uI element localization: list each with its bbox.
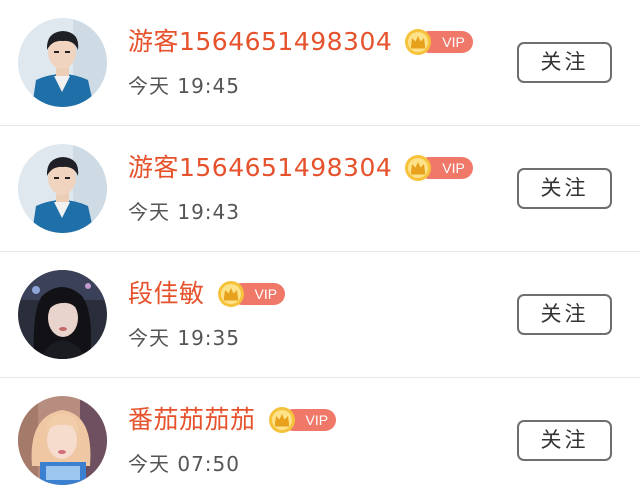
user-name[interactable]: 段佳敏 (128, 276, 205, 312)
vip-badge: VIP (268, 407, 337, 433)
visit-time: 今天 07:50 (128, 452, 240, 476)
user-name[interactable]: 游客1564651498304 (128, 24, 392, 60)
list-item[interactable]: 番茄茄茄茄 VIP 今天 07:50 关注 (0, 378, 640, 504)
vip-badge: VIP (404, 155, 473, 181)
follow-button[interactable]: 关注 (517, 42, 612, 83)
avatar[interactable] (18, 270, 107, 359)
vip-badge: VIP (404, 29, 473, 55)
vip-badge: VIP (217, 281, 286, 307)
follow-button[interactable]: 关注 (517, 420, 612, 461)
avatar[interactable] (18, 144, 107, 233)
avatar-girl-icon (18, 270, 107, 359)
avatar[interactable] (18, 18, 107, 107)
crown-icon (405, 155, 432, 181)
visit-time: 今天 19:45 (128, 74, 240, 98)
avatar-girl-pink-icon (18, 396, 107, 485)
visitor-list: 游客1564651498304 VIP 今天 19:45 关注 游客156465… (0, 0, 640, 504)
user-name-line: 游客1564651498304 VIP (128, 150, 473, 186)
follow-button[interactable]: 关注 (517, 294, 612, 335)
user-name-line: 游客1564651498304 VIP (128, 24, 473, 60)
list-item[interactable]: 段佳敏 VIP 今天 19:35 关注 (0, 252, 640, 378)
follow-button[interactable]: 关注 (517, 168, 612, 209)
user-name-line: 番茄茄茄茄 VIP (128, 402, 337, 438)
avatar[interactable] (18, 396, 107, 485)
crown-icon (405, 29, 432, 55)
list-item[interactable]: 游客1564651498304 VIP 今天 19:43 关注 (0, 126, 640, 252)
visit-time: 今天 19:43 (128, 200, 240, 224)
avatar-boy-icon (18, 18, 107, 107)
crown-icon (217, 281, 244, 307)
user-name[interactable]: 游客1564651498304 (128, 150, 392, 186)
avatar-boy-icon (18, 144, 107, 233)
crown-icon (268, 407, 295, 433)
user-name-line: 段佳敏 VIP (128, 276, 286, 312)
list-item[interactable]: 游客1564651498304 VIP 今天 19:45 关注 (0, 0, 640, 126)
visit-time: 今天 19:35 (128, 326, 240, 350)
user-name[interactable]: 番茄茄茄茄 (128, 402, 256, 438)
